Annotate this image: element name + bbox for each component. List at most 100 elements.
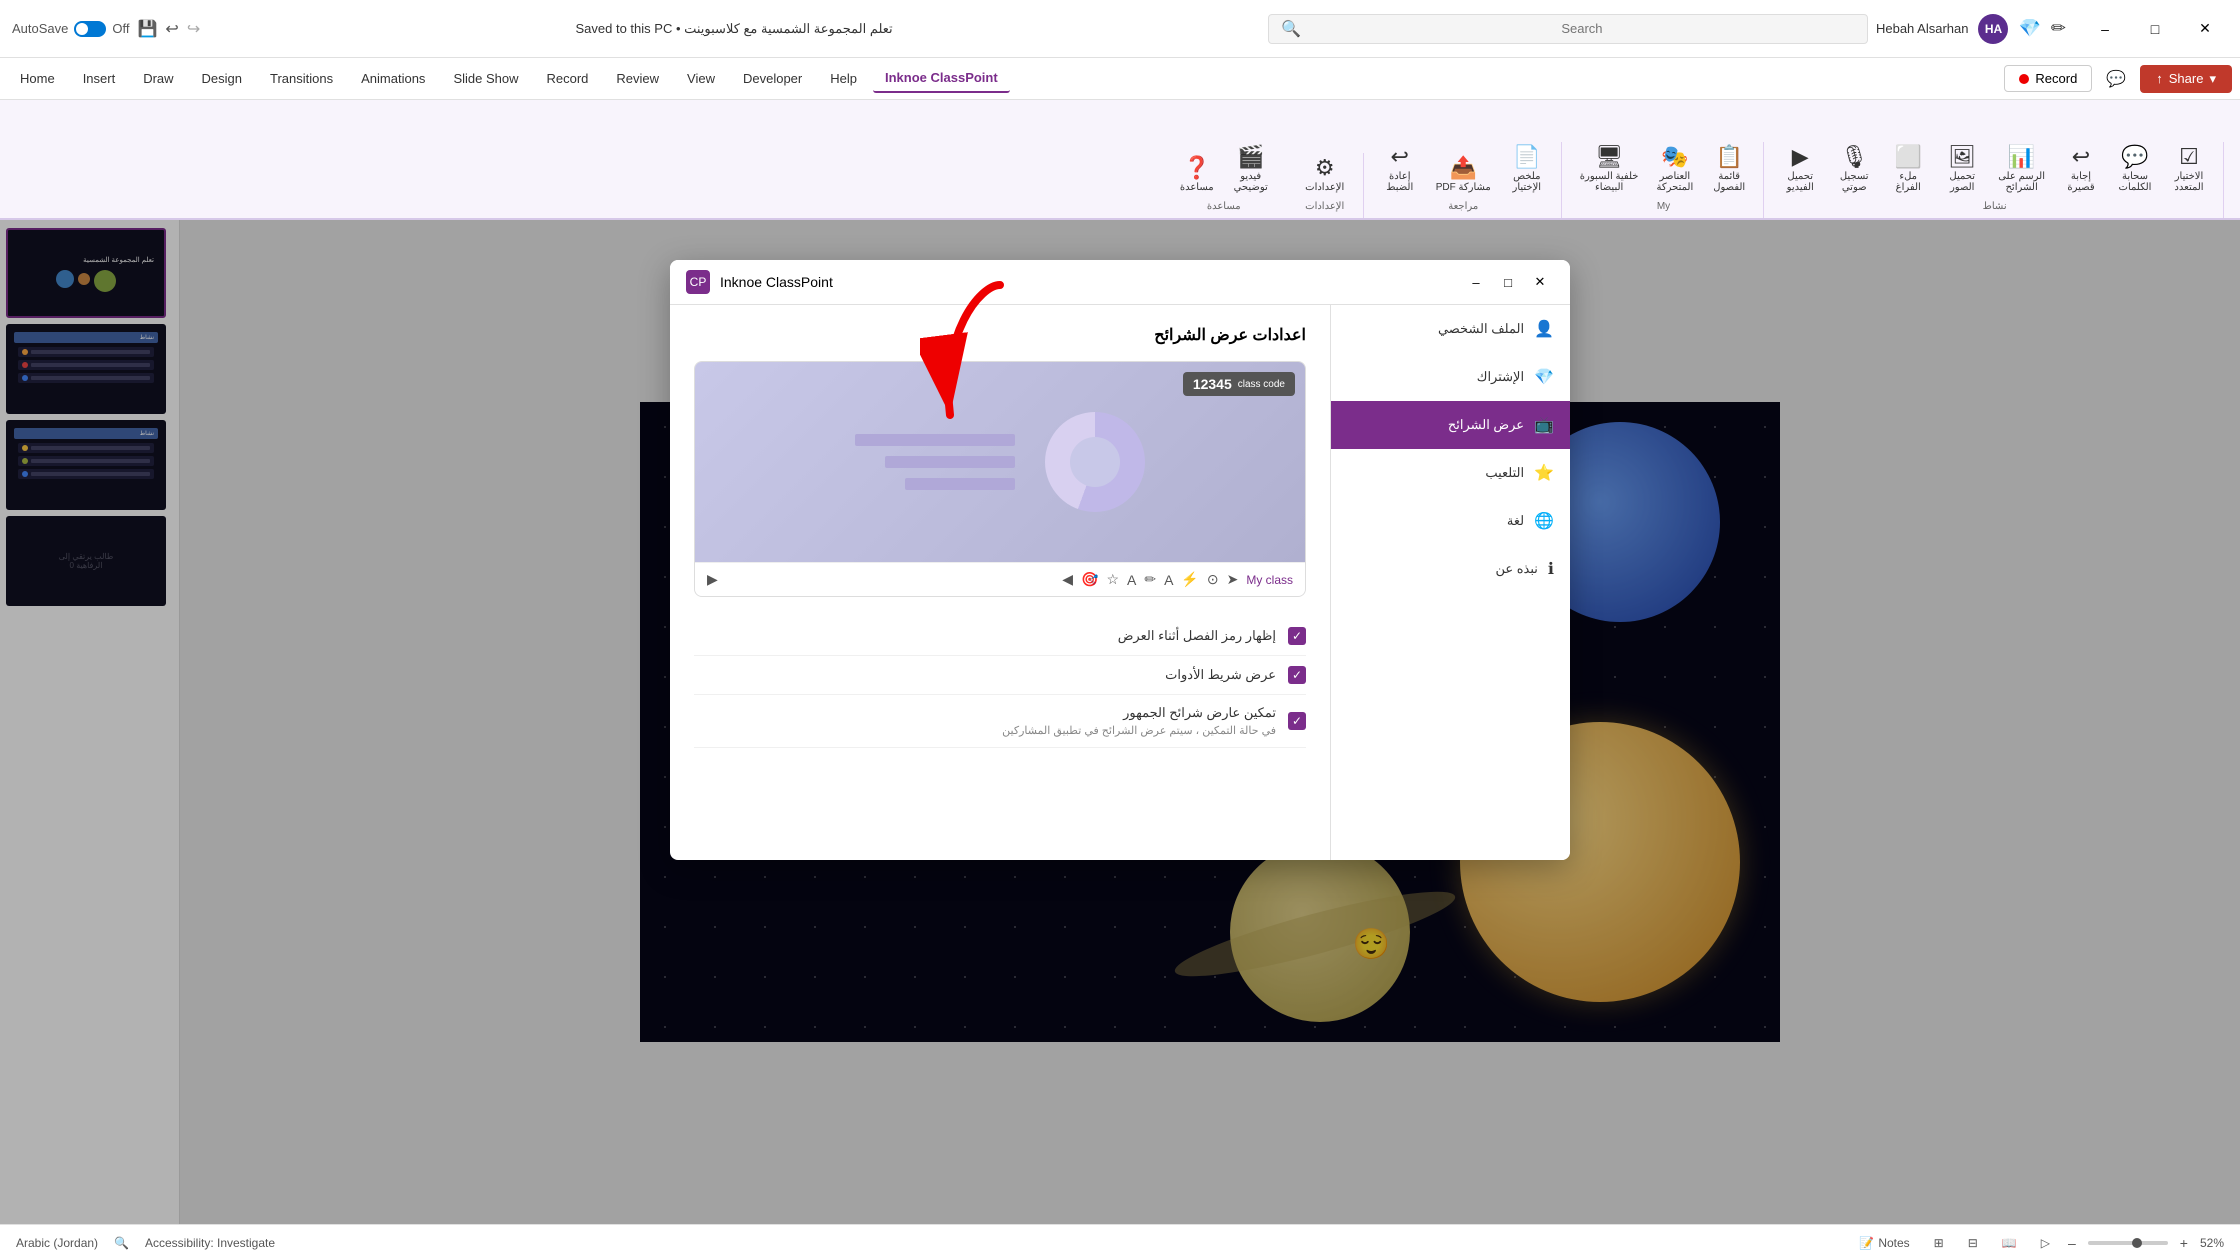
ribbon-group-settings: ⚙الإعدادات الإعدادات [1287,153,1364,218]
notes-label: Notes [1878,1236,1909,1250]
notes-button[interactable]: 📝 Notes [1853,1234,1915,1252]
menu-record[interactable]: Record [534,65,600,92]
share-button[interactable]: ↑ Share ▾ [2140,65,2232,93]
zoom-slider[interactable] [2088,1241,2168,1245]
checkbox-show-toolbar: عرض شريط الأدوات [694,656,1306,695]
user-avatar[interactable]: HA [1978,14,2008,44]
zoom-level[interactable]: 52% [2200,1236,2224,1250]
autosave-toggle[interactable] [74,21,106,37]
word-cloud-icon: 💬 [2121,146,2148,168]
menu-insert[interactable]: Insert [71,65,128,92]
preview-highlight-icon[interactable]: ⚡ [1181,571,1198,588]
menu-draw[interactable]: Draw [131,65,185,92]
preview-next-icon[interactable]: ▶ [707,571,718,588]
ribbon-btn-reset[interactable]: ↩إعادةالضبط [1376,142,1424,197]
menu-review[interactable]: Review [604,65,671,92]
reading-view-button[interactable]: 📖 [1996,1234,2023,1252]
menu-help[interactable]: Help [818,65,869,92]
search-input[interactable] [1309,21,1855,36]
nav-language-label: لغة [1507,513,1524,529]
redo-icon[interactable]: ↪ [187,19,200,39]
dialog-body: اعدادات عرض الشرائح class code 12345 [670,305,1570,860]
ribbon-btn-fill-blank[interactable]: ⬜ملءالفراغ [1884,142,1932,197]
share-pdf-icon: 📤 [1450,157,1477,179]
menu-design[interactable]: Design [190,65,254,92]
dialog-maximize-button[interactable]: □ [1494,271,1522,293]
minimize-button[interactable]: – [2082,14,2128,44]
undo-icon[interactable]: ↩ [165,19,178,39]
preview-target-icon[interactable]: 🎯 [1081,571,1098,588]
record-label: Record [2035,71,2077,86]
ribbon-items-settings: ⚙الإعدادات [1297,153,1353,197]
menu-animations[interactable]: Animations [349,65,437,92]
ribbon-btn-share-pdf[interactable]: 📤مشاركة PDF [1430,153,1497,197]
ribbon-btn-audio-record[interactable]: 🎙تسجيلصوتي [1830,142,1878,197]
ribbon-btn-help[interactable]: ❓مساعدة [1173,153,1221,197]
preview-prev-icon[interactable]: ◀ [1062,571,1073,588]
show-toolbar-checkbox[interactable] [1288,666,1306,684]
menu-transitions[interactable]: Transitions [258,65,345,92]
nav-gamification[interactable]: ⭐ التلعيب [1331,449,1570,497]
preview-bar-2 [885,456,1015,468]
presenter-view-button[interactable]: ▷ [2035,1234,2056,1252]
nav-language[interactable]: 🌐 لغة [1331,497,1570,545]
nav-slideshow[interactable]: 📺 عرض الشرائح [1331,401,1570,449]
language-indicator[interactable]: Arabic (Jordan) [16,1236,98,1250]
slide-sorter-icon: ⊟ [1968,1236,1978,1250]
show-class-code-checkbox[interactable] [1288,627,1306,645]
ribbon-btn-tutorial-video[interactable]: 🎬فيديوتوضيحي [1227,142,1275,197]
draw-slides-icon: 📊 [2008,146,2035,168]
ribbon-btn-settings[interactable]: ⚙الإعدادات [1297,153,1353,197]
preview-cursor-icon[interactable]: ➤ [1227,571,1239,588]
menu-view[interactable]: View [675,65,727,92]
class-code-badge: class code 12345 [1183,372,1295,396]
preview-eraser-icon[interactable]: ✏ [1144,571,1156,588]
dialog-minimize-button[interactable]: – [1462,271,1490,293]
nav-profile[interactable]: 👤 الملف الشخصي [1331,305,1570,353]
presenter-view-icon: ▷ [2041,1236,2050,1250]
preview-text-icon[interactable]: A [1164,572,1173,588]
ribbon-btn-short-answer[interactable]: ↩إجابةقصيرة [2057,142,2105,197]
ribbon-btn-animated-elements[interactable]: 🎭العناصرالمتحركة [1651,142,1700,197]
zoom-out-icon[interactable]: – [2068,1235,2076,1251]
nav-about[interactable]: ℹ نبذه عن [1331,545,1570,593]
ribbon-btn-whiteboard[interactable]: 🖥خلفية السبورةالبيضاء [1574,142,1645,197]
audience-slides-checkbox[interactable] [1288,712,1306,730]
ribbon: ☑الاختيارالمتعدد 💬سحابةالكلمات ↩إجابةقصي… [0,100,2240,220]
record-button[interactable]: Record [2004,65,2092,92]
comment-button[interactable]: 💬 [2096,63,2136,95]
preview-bar-1 [855,434,1015,446]
menu-home[interactable]: Home [8,65,67,92]
ribbon-btn-multiple-choice[interactable]: ☑الاختيارالمتعدد [2165,142,2213,197]
settings-icon: ⚙ [1315,157,1335,179]
diamond-icon[interactable]: 💎 [2018,18,2040,39]
normal-view-button[interactable]: ⊞ [1928,1234,1950,1252]
menu-classpoint[interactable]: Inknoe ClassPoint [873,64,1010,93]
ribbon-btn-draw-slides[interactable]: 📊الرسم علىالشرائح [1992,142,2051,197]
ribbon-group-my: 📋قائمةالفصول 🎭العناصرالمتحركة 🖥خلفية الس… [1564,142,1764,218]
dialog-close-button[interactable]: ✕ [1526,271,1554,293]
ribbon-btn-upload-video[interactable]: ▶تحميلالفيديو [1776,142,1824,197]
accessibility-label[interactable]: Accessibility: Investigate [145,1236,275,1250]
ribbon-items-review: 📄ملخصالإختيار 📤مشاركة PDF ↩إعادةالضبط [1376,142,1551,197]
ribbon-btn-class-list[interactable]: 📋قائمةالفصول [1705,142,1753,197]
nav-subscription[interactable]: 💎 الإشتراك [1331,353,1570,401]
preview-star-icon[interactable]: ☆ [1106,571,1119,588]
save-icon[interactable]: 💾 [137,19,157,39]
status-bar: Arabic (Jordan) 🔍 Accessibility: Investi… [0,1224,2240,1260]
ribbon-btn-summary[interactable]: 📄ملخصالإختيار [1503,142,1551,197]
checkbox-show-class-code: إظهار رمز الفصل أثناء العرض [694,617,1306,656]
menu-developer[interactable]: Developer [731,65,814,92]
language-icon: 🌐 [1534,511,1554,531]
ribbon-btn-upload-images[interactable]: 🖼تحميلالصور [1938,142,1986,197]
pen-icon[interactable]: ✏ [2051,18,2066,39]
zoom-in-icon[interactable]: + [2180,1235,2188,1251]
close-button[interactable]: ✕ [2182,14,2228,44]
maximize-button[interactable]: □ [2132,14,2178,44]
preview-settings-icon[interactable]: A [1127,572,1136,588]
preview-circle-icon[interactable]: ⊙ [1207,571,1219,588]
preview-pie-chart [1045,412,1145,512]
ribbon-btn-word-cloud[interactable]: 💬سحابةالكلمات [2111,142,2159,197]
menu-slideshow[interactable]: Slide Show [441,65,530,92]
slide-sorter-button[interactable]: ⊟ [1962,1234,1984,1252]
